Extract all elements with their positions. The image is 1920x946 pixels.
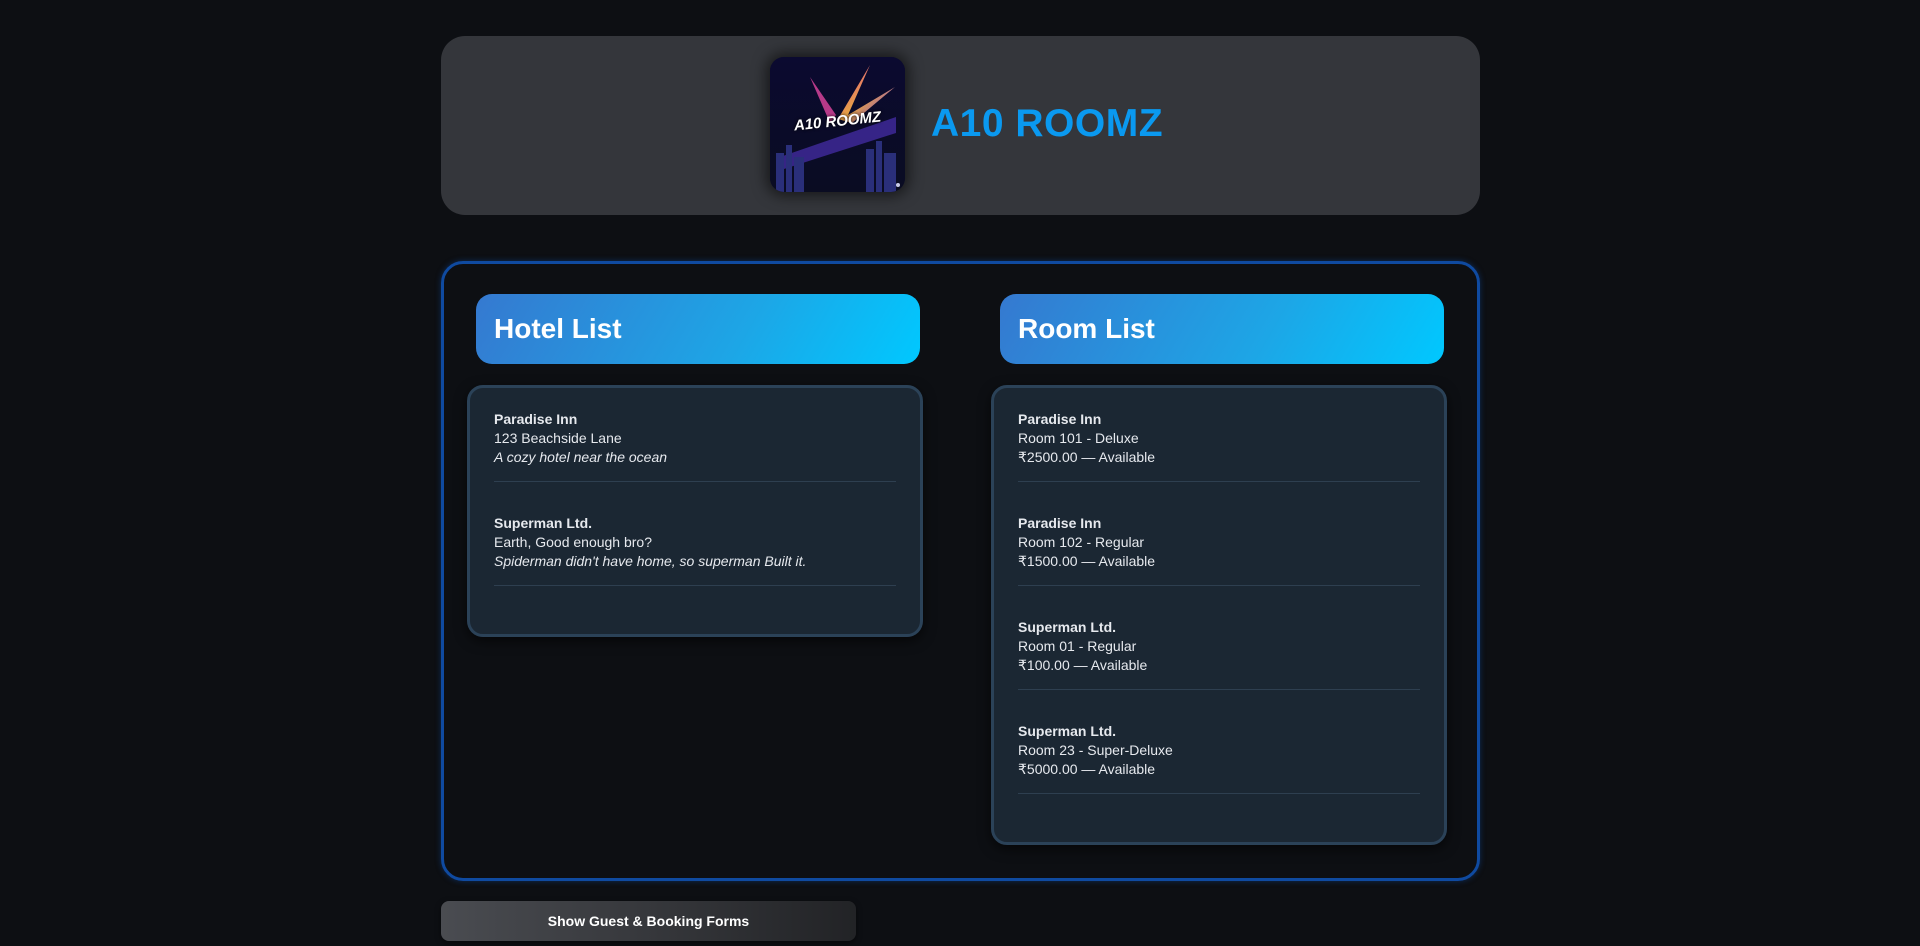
show-guest-booking-forms-button[interactable]: Show Guest & Booking Forms bbox=[441, 901, 856, 941]
hotel-name: Paradise Inn bbox=[494, 411, 578, 427]
hotel-name: Superman Ltd. bbox=[494, 515, 593, 531]
room-list-card: Paradise Inn Room 101 - Deluxe ₹2500.00 … bbox=[991, 385, 1447, 845]
room-price-status: ₹1500.00 — Available bbox=[1018, 553, 1156, 569]
app-logo: A10 ROOMZ bbox=[770, 57, 905, 192]
room-hotel-name: Paradise Inn bbox=[1018, 515, 1102, 531]
hotel-description: Spiderman didn't have home, so superman … bbox=[494, 553, 807, 569]
room-price-status: ₹2500.00 — Available bbox=[1018, 449, 1156, 465]
hotel-description: A cozy hotel near the ocean bbox=[494, 449, 668, 465]
page: A10 ROOMZ A10 ROOMZ Hotel List Paradise … bbox=[0, 0, 1920, 946]
room-label: Room 23 - Super-Deluxe bbox=[1018, 742, 1173, 758]
room-list-heading: Room List bbox=[1000, 294, 1444, 364]
room-label: Room 01 - Regular bbox=[1018, 638, 1137, 654]
list-item: Paradise Inn 123 Beachside Lane A cozy h… bbox=[494, 410, 896, 482]
hotel-address: 123 Beachside Lane bbox=[494, 430, 622, 446]
room-label: Room 101 - Deluxe bbox=[1018, 430, 1139, 446]
hotel-list-card: Paradise Inn 123 Beachside Lane A cozy h… bbox=[467, 385, 923, 637]
room-hotel-name: Superman Ltd. bbox=[1018, 723, 1117, 739]
list-item: Superman Ltd. Room 23 - Super-Deluxe ₹50… bbox=[1018, 722, 1420, 794]
list-item: Paradise Inn Room 102 - Regular ₹1500.00… bbox=[1018, 514, 1420, 586]
room-hotel-name: Superman Ltd. bbox=[1018, 619, 1117, 635]
list-item: Superman Ltd. Earth, Good enough bro? Sp… bbox=[494, 514, 896, 586]
room-hotel-name: Paradise Inn bbox=[1018, 411, 1102, 427]
brand-title: A10 ROOMZ bbox=[931, 102, 1164, 145]
list-item: Paradise Inn Room 101 - Deluxe ₹2500.00 … bbox=[1018, 410, 1420, 482]
room-price-status: ₹100.00 — Available bbox=[1018, 657, 1148, 673]
app-header: A10 ROOMZ A10 ROOMZ bbox=[441, 36, 1480, 215]
hotel-address: Earth, Good enough bro? bbox=[494, 534, 653, 550]
room-label: Room 102 - Regular bbox=[1018, 534, 1145, 550]
hotel-list-heading: Hotel List bbox=[476, 294, 920, 364]
room-price-status: ₹5000.00 — Available bbox=[1018, 761, 1156, 777]
lists-panel: Hotel List Paradise Inn 123 Beachside La… bbox=[441, 261, 1480, 881]
list-item: Superman Ltd. Room 01 - Regular ₹100.00 … bbox=[1018, 618, 1420, 690]
